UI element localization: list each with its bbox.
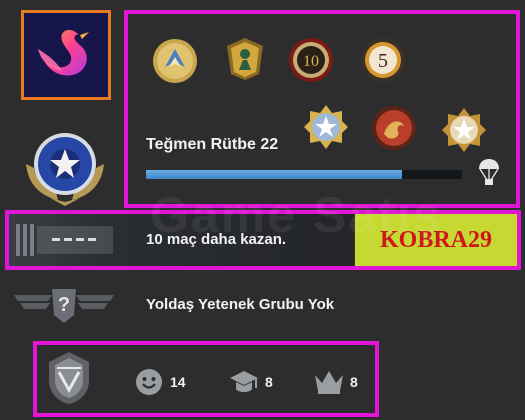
svg-text:10: 10: [303, 53, 319, 70]
profile-avatar[interactable]: [21, 10, 111, 100]
star-rank-emblem-icon: [26, 133, 104, 206]
medal-10-year-coin[interactable]: 10: [287, 36, 335, 84]
crown-icon: [313, 367, 345, 400]
pink-swan-avatar-icon: [38, 29, 89, 76]
friendly-count: 14: [170, 374, 186, 390]
xp-progress-bar: [146, 170, 462, 179]
xp-progress-fill: [146, 170, 402, 179]
medal-gold-star-service[interactable]: [440, 106, 488, 154]
operation-coin-icon: [153, 39, 197, 83]
5-year-coin-icon: 5: [361, 38, 405, 82]
service-medal-gold-star-icon: [442, 108, 486, 152]
smiley-icon: [135, 368, 163, 401]
parachute-drop-icon[interactable]: [478, 158, 500, 186]
10-year-coin-icon: 10: [289, 38, 333, 82]
medal-operation-coin[interactable]: [151, 37, 199, 85]
leader-count: 8: [350, 374, 358, 390]
medal-dragon-coin[interactable]: [370, 104, 418, 152]
rank-emblem: [22, 128, 108, 208]
unknown-wingman-rank-icon: ?: [12, 283, 116, 325]
medal-gold-soldier[interactable]: [221, 34, 269, 82]
wingman-rank-text: Yoldaş Yetenek Grubu Yok: [146, 296, 335, 313]
danger-zone-badge-icon: [43, 350, 95, 411]
teacher-count: 8: [265, 374, 273, 390]
svg-text:5: 5: [378, 50, 388, 72]
unranked-competitive-icon: [12, 222, 124, 258]
dragon-coin-icon: [372, 106, 416, 150]
service-medal-blue-star-icon: [304, 105, 348, 149]
watermark-text: Game Satış: [150, 187, 443, 243]
gold-soldier-medal-icon: [227, 38, 263, 80]
rank-title: Teğmen Rütbe 22: [146, 136, 279, 153]
svg-text:?: ?: [58, 294, 70, 316]
graduation-cap-icon: [228, 368, 260, 401]
medal-blue-star-service[interactable]: [302, 103, 350, 151]
medal-5-year-coin[interactable]: 5: [359, 36, 407, 84]
